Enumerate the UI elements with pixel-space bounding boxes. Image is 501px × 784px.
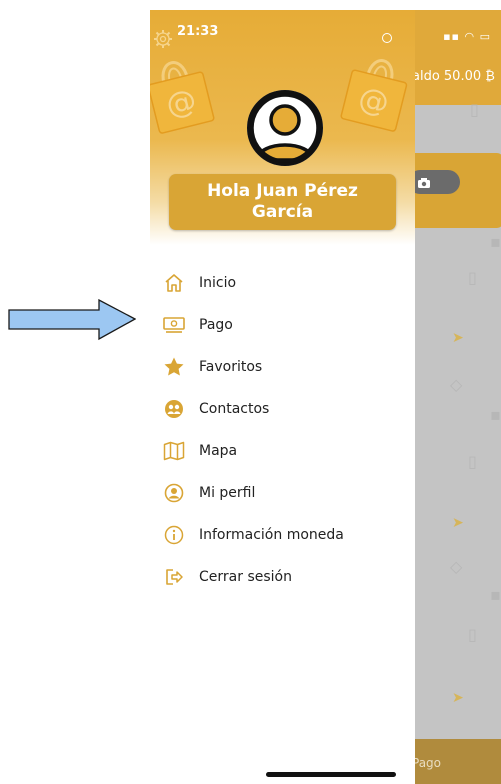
menu-item-contactos[interactable]: Contactos [150, 389, 415, 429]
contacts-icon [163, 398, 185, 420]
home-indicator [266, 772, 396, 777]
bg-square-icon: ▪ [490, 232, 501, 251]
star-icon [163, 356, 185, 378]
menu-item-label: Pago [199, 317, 233, 333]
profile-icon [163, 482, 185, 504]
camera-button [408, 170, 460, 194]
annotation-arrow [8, 299, 136, 341]
money-icon [163, 314, 185, 336]
status-time: 21:33 [177, 24, 219, 39]
drawer-header: 21:33 @ @ Hola Juan Pérez García [150, 10, 415, 245]
logout-icon [163, 566, 185, 588]
bg-phone-icon: ▯ [468, 625, 477, 644]
circle-icon [382, 33, 392, 43]
bg-tag-icon: ◇ [450, 557, 463, 576]
info-icon [163, 524, 185, 546]
menu-item-label: Mi perfil [199, 485, 256, 501]
status-icons: ▪▪ ◠ ▭ [443, 30, 491, 43]
balance-label: aldo 50.00 ₿ [412, 69, 495, 84]
bg-square-icon: ▪ [490, 405, 501, 424]
menu-item-label: Información moneda [199, 527, 344, 543]
bg-square-icon: ▪ [490, 585, 501, 604]
menu-item-informacion-moneda[interactable]: Información moneda [150, 515, 415, 555]
bg-send-icon: ➤ [452, 330, 464, 346]
menu-item-label: Mapa [199, 443, 238, 459]
menu-item-inicio[interactable]: Inicio [150, 263, 415, 303]
shopping-bag-icon: @ [150, 43, 219, 136]
menu-item-label: Contactos [199, 401, 270, 417]
avatar[interactable] [247, 90, 323, 166]
greeting-text: Hola Juan Pérez García [207, 181, 358, 222]
bg-send-icon: ➤ [452, 690, 464, 706]
menu-item-label: Inicio [199, 275, 237, 291]
camera-icon [417, 174, 431, 188]
menu-item-mapa[interactable]: Mapa [150, 431, 415, 471]
bg-send-icon: ➤ [452, 515, 464, 531]
navigation-drawer: 21:33 @ @ Hola Juan Pérez García Inicio … [150, 10, 415, 784]
greeting-banner: Hola Juan Pérez García [169, 174, 396, 230]
home-icon [163, 272, 185, 294]
menu-item-mi-perfil[interactable]: Mi perfil [150, 473, 415, 513]
menu-item-label: Favoritos [199, 359, 263, 375]
footer-label: Pago [412, 756, 442, 770]
bg-phone-icon: ▯ [468, 268, 477, 287]
bg-phone-icon: ▯ [470, 100, 479, 119]
menu-item-pago[interactable]: Pago [150, 305, 415, 345]
bg-phone-icon: ▯ [468, 452, 477, 471]
map-icon [163, 440, 185, 462]
bg-tag-icon: ◇ [450, 375, 463, 394]
menu-item-favoritos[interactable]: Favoritos [150, 347, 415, 387]
menu-item-cerrar-sesion[interactable]: Cerrar sesión [150, 557, 415, 597]
shopping-bag-icon: @ [336, 41, 415, 134]
menu-item-label: Cerrar sesión [199, 569, 292, 585]
gear-icon [152, 28, 174, 50]
